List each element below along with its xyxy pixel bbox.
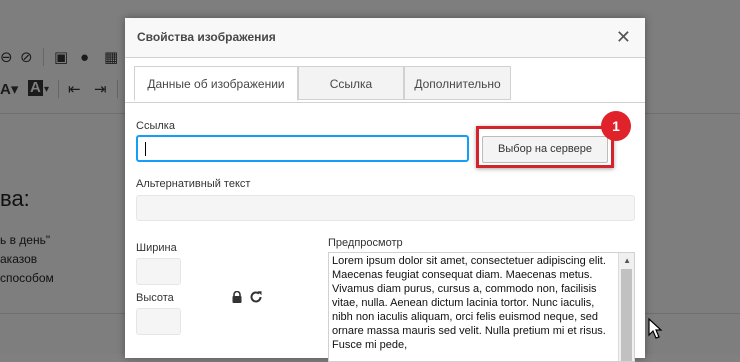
close-icon[interactable]: ✕ <box>616 27 631 48</box>
tab-link[interactable]: Ссылка <box>298 66 404 100</box>
table-icon[interactable]: ▦ <box>104 50 118 66</box>
editor-toolbar-row-2: A▾ A ▾ ⇤ ⇥ <box>0 74 125 106</box>
indent-icon[interactable]: ⇥ <box>94 82 107 98</box>
scroll-up-icon[interactable]: ▲ <box>623 256 631 265</box>
unlink-icon[interactable]: ⊘ <box>20 50 33 66</box>
url-label: Ссылка <box>136 120 175 132</box>
bg-color-dropdown-icon[interactable]: ▾ <box>44 82 49 98</box>
text-color-icon[interactable]: A▾ <box>0 82 18 98</box>
callout-badge: 1 <box>601 111 631 141</box>
preview-label: Предпросмотр <box>328 237 403 249</box>
editor-heading: ва: <box>0 186 30 211</box>
alt-text-label: Альтернативный текст <box>136 178 251 190</box>
preview-scrollbar[interactable]: ▲ <box>618 253 634 361</box>
tab-advanced[interactable]: Дополнительно <box>404 66 511 100</box>
reset-size-icon[interactable] <box>249 290 263 304</box>
editor-text-line: ь в день" <box>0 233 51 247</box>
height-input[interactable] <box>136 308 181 335</box>
outdent-icon[interactable]: ⇤ <box>68 82 81 98</box>
width-input[interactable] <box>136 258 181 285</box>
background-color-icon[interactable]: A <box>28 80 43 96</box>
image-properties-dialog: Свойства изображения ✕ Данные об изображ… <box>125 18 645 362</box>
editor-text-line: аказов <box>0 252 38 266</box>
width-label: Ширина <box>136 242 177 254</box>
text-caret <box>145 142 146 156</box>
editor-text-line: способом <box>0 271 54 285</box>
lock-icon[interactable] <box>231 291 243 303</box>
height-label: Высота <box>136 292 174 304</box>
preview-text: Lorem ipsum dolor sit amet, consectetuer… <box>332 255 606 351</box>
alt-text-input[interactable] <box>136 195 635 221</box>
scroll-thumb[interactable] <box>621 269 632 361</box>
browse-server-button[interactable]: Выбор на сервере <box>482 136 608 163</box>
mouse-cursor-icon <box>648 318 663 339</box>
preview-box: Lorem ipsum dolor sit amet, consectetuer… <box>328 252 635 362</box>
dialog-title: Свойства изображения <box>137 30 276 44</box>
image-icon[interactable]: ▣ <box>54 50 68 66</box>
dialog-header: Свойства изображения ✕ <box>125 18 645 58</box>
editor-toolbar-row-1: ⊖ ⊘ ▣ ● ▦ <box>0 38 125 72</box>
tab-image-info[interactable]: Данные об изображении <box>134 66 298 101</box>
flash-icon[interactable]: ● <box>80 50 89 66</box>
link-icon[interactable]: ⊖ <box>0 50 13 66</box>
url-input[interactable] <box>136 135 469 162</box>
